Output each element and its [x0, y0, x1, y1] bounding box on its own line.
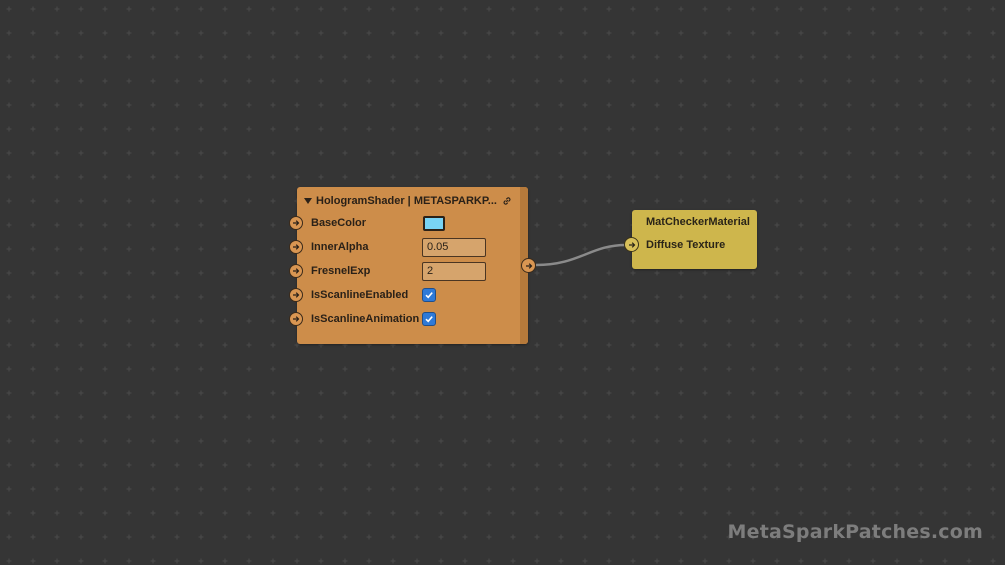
input-label: InnerAlpha: [311, 241, 369, 253]
node-title: MatCheckerMaterial: [646, 216, 750, 228]
checkmark-icon: [425, 292, 433, 299]
input-port-arrow-icon[interactable]: [289, 216, 303, 230]
input-row-isscanlineenabled: IsScanlineEnabled: [289, 285, 512, 305]
basecolor-swatch[interactable]: [423, 215, 445, 231]
input-row-fresnelexp: FresnelExp 2: [289, 261, 512, 281]
input-port-arrow-icon[interactable]: [289, 288, 303, 302]
node-title: HologramShader | METASPARKP...: [316, 195, 497, 207]
input-label: IsScanlineEnabled: [311, 289, 409, 301]
link-icon[interactable]: [502, 196, 512, 206]
mat-checker-material-node[interactable]: MatCheckerMaterial Diffuse Texture: [624, 210, 757, 269]
input-port-arrow-icon[interactable]: [289, 312, 303, 326]
collapse-triangle-icon[interactable]: [304, 198, 312, 204]
fresnelexp-field[interactable]: 2: [422, 261, 486, 281]
input-label: BaseColor: [311, 217, 367, 229]
input-label: FresnelExp: [311, 265, 371, 277]
input-row-inneralpha: InnerAlpha 0.05: [289, 237, 512, 257]
input-port-arrow-icon[interactable]: [289, 240, 303, 254]
hologram-shader-node[interactable]: HologramShader | METASPARKP... BaseColor…: [289, 187, 528, 344]
input-port-arrow-icon[interactable]: [289, 264, 303, 278]
input-label: IsScanlineAnimation: [311, 313, 420, 325]
node-header[interactable]: HologramShader | METASPARKP...: [304, 193, 512, 209]
input-port-arrow-icon[interactable]: [624, 237, 639, 252]
input-label: Diffuse Texture: [646, 239, 726, 251]
input-row-isscanlineanimation: IsScanlineAnimation: [289, 309, 512, 329]
isscanlineanimation-checkbox[interactable]: [422, 312, 436, 326]
checkmark-icon: [425, 316, 433, 323]
output-port-arrow-icon[interactable]: [521, 258, 536, 273]
isscanlineenabled-checkbox[interactable]: [422, 288, 436, 302]
input-row-basecolor: BaseColor: [289, 213, 512, 233]
watermark: MetaSparkPatches.com: [727, 521, 983, 543]
inneralpha-field[interactable]: 0.05: [422, 237, 486, 257]
